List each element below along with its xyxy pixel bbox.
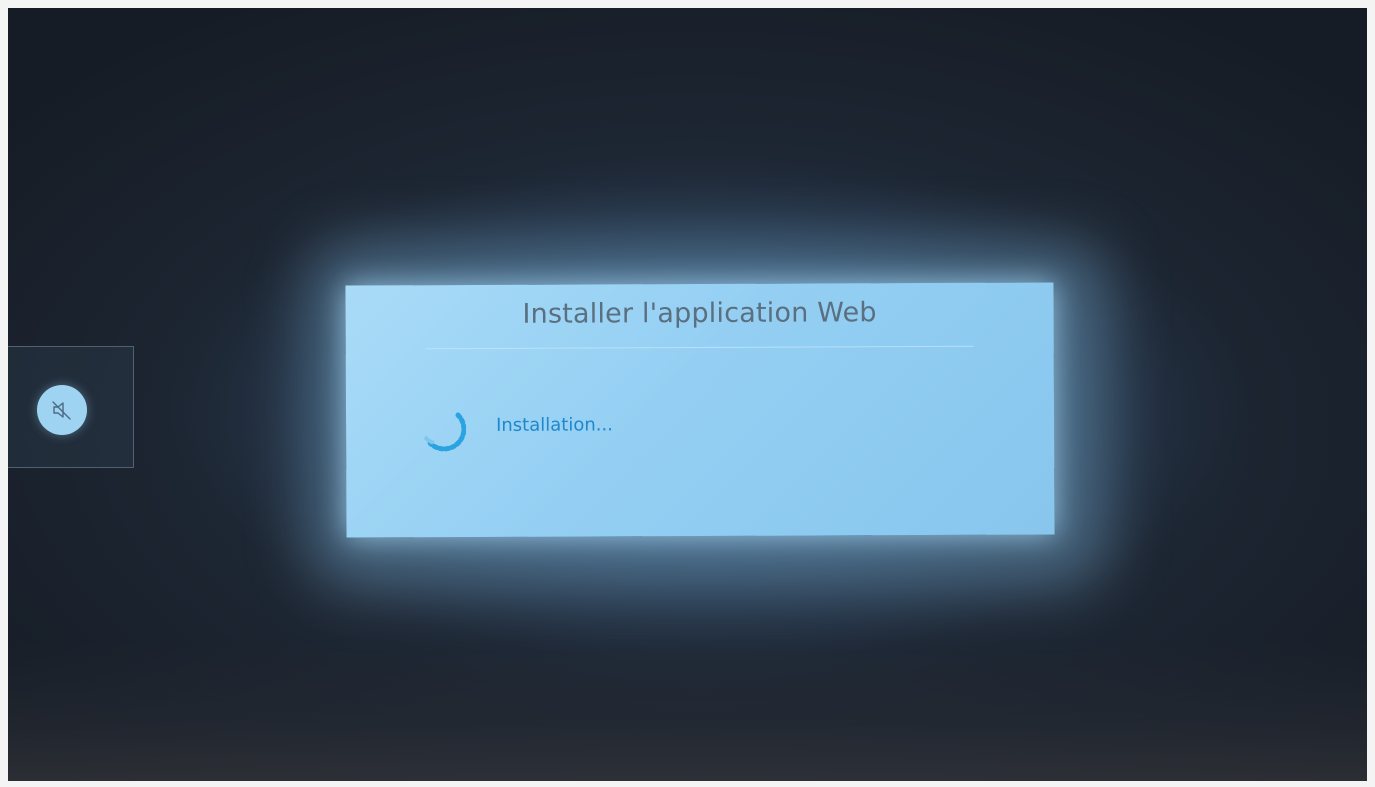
volume-mute-icon [52, 401, 71, 420]
install-dialog: Installer l'application Web Installation… [345, 282, 1055, 538]
photo-frame: Installer l'application Web Installation… [0, 0, 1375, 787]
status-text: Installation... [496, 414, 613, 436]
mute-button[interactable] [37, 385, 87, 435]
dialog-title: Installer l'application Web [522, 297, 877, 330]
dialog-divider [425, 345, 974, 350]
tv-screen: Installer l'application Web Installation… [8, 8, 1367, 781]
side-panel [8, 346, 134, 468]
loading-spinner-icon [423, 412, 467, 452]
